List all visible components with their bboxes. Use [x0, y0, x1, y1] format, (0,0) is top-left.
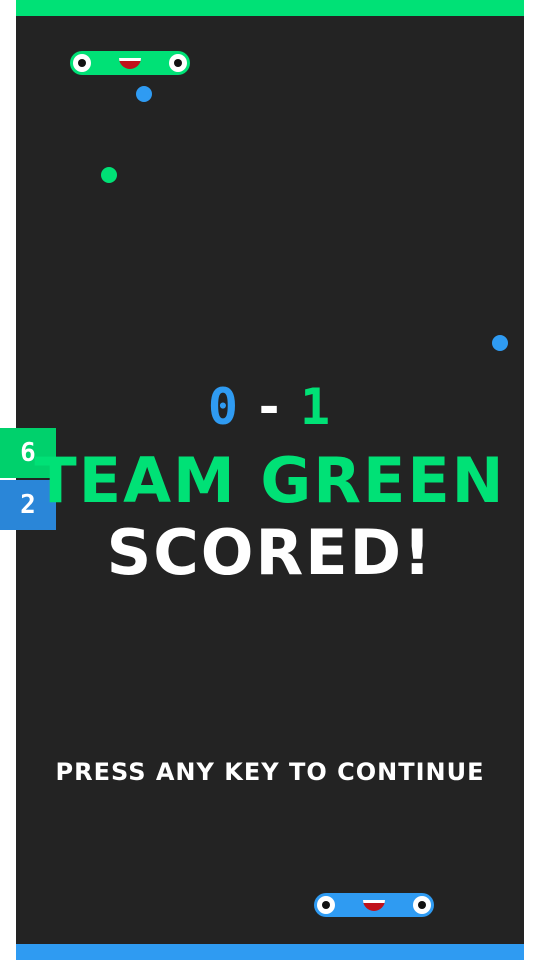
scoring-team-text: TEAM GREEN	[34, 444, 506, 517]
ball-blue	[492, 335, 508, 351]
green-paddle-left-eye-icon	[73, 54, 91, 72]
green-goal-wall	[16, 0, 524, 16]
blue-paddle-right-eye-icon	[413, 896, 431, 914]
green-paddle-right-eye-icon	[169, 54, 187, 72]
blue-paddle-mouth-icon	[363, 900, 385, 911]
ball-green	[101, 167, 117, 183]
continue-prompt: PRESS ANY KEY TO CONTINUE	[55, 758, 485, 786]
green-score: 1	[300, 378, 333, 436]
green-paddle-mouth-icon	[119, 58, 141, 69]
scoreboard: 0-1	[16, 378, 524, 436]
right-wall	[524, 0, 540, 960]
blue-paddle[interactable]	[314, 893, 434, 917]
scored-text: SCORED!	[106, 516, 434, 589]
blue-paddle-left-eye-icon	[317, 896, 335, 914]
green-paddle[interactable]	[70, 51, 190, 75]
score-separator: -	[253, 378, 287, 436]
blue-goal-wall	[16, 944, 524, 960]
blue-score: 0	[207, 378, 240, 436]
ball-blue	[136, 86, 152, 102]
